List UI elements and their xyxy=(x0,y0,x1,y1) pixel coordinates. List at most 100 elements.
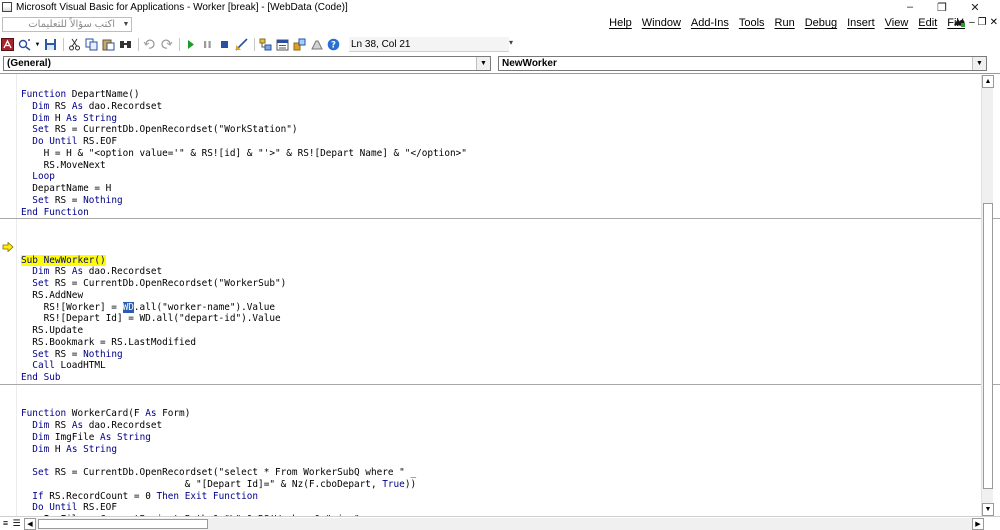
code-line[interactable]: Dim ImgFile As String xyxy=(21,432,979,444)
code-line[interactable]: Dim H As String xyxy=(21,444,979,456)
margin-indicator-bar[interactable] xyxy=(0,74,17,516)
menu-add-ins[interactable]: Add-Ins xyxy=(686,17,734,29)
save-icon[interactable] xyxy=(43,37,58,52)
restore-button[interactable]: ❐ xyxy=(927,0,957,14)
access-view-icon[interactable] xyxy=(0,37,15,52)
toolbox-icon[interactable] xyxy=(309,37,324,52)
menu-window[interactable]: Window xyxy=(637,17,686,29)
code-line[interactable]: Do Until RS.EOF xyxy=(21,136,979,148)
help-question-box[interactable]: اكتب سؤالاً للتعليمات ▼ xyxy=(2,17,132,32)
code-line[interactable]: Set RS = Nothing xyxy=(21,349,979,361)
code-line[interactable]: H = H & "<option value='" & RS![id] & "'… xyxy=(21,148,979,160)
code-line[interactable]: Dim H As String xyxy=(21,113,979,125)
code-line[interactable] xyxy=(21,455,979,467)
close-button[interactable]: ✕ xyxy=(960,0,990,14)
code-line[interactable]: Set RS = CurrentDb.OpenRecordset("select… xyxy=(21,467,979,479)
paste-icon[interactable] xyxy=(101,37,116,52)
copy-icon[interactable] xyxy=(84,37,99,52)
object-combo-dropdown-icon[interactable]: ▼ xyxy=(476,57,490,70)
keyword-token: Set xyxy=(32,348,50,360)
toolbar-separator xyxy=(63,38,64,51)
minimize-button[interactable]: – xyxy=(895,0,925,14)
code-line[interactable]: RS![Depart Id] = WD.all("depart-id").Val… xyxy=(21,313,979,325)
keyword-token: True xyxy=(382,478,405,490)
horizontal-scrollbar[interactable]: ◀ ▶ xyxy=(24,518,984,530)
code-line[interactable]: RS![Worker] = WD.all("worker-name").Valu… xyxy=(21,301,979,314)
scroll-up-icon[interactable]: ▲ xyxy=(982,75,994,88)
code-line[interactable]: Set RS = Nothing xyxy=(21,195,979,207)
design-mode-icon[interactable] xyxy=(234,37,249,52)
code-line[interactable]: Dim RS As dao.Recordset xyxy=(21,266,979,278)
undo-icon[interactable] xyxy=(142,37,157,52)
reset-icon[interactable] xyxy=(217,37,232,52)
code-line[interactable]: If RS.RecordCount = 0 Then Exit Function xyxy=(21,491,979,503)
vba-child-window-icon[interactable] xyxy=(952,16,966,28)
code-token: RS = CurrentDb.OpenRecordset("WorkerSub"… xyxy=(49,278,287,289)
redo-icon[interactable] xyxy=(159,37,174,52)
code-line[interactable]: & "[Depart Id]=" & Nz(F.cboDepart, True)… xyxy=(21,479,979,491)
code-line[interactable]: End Sub xyxy=(21,372,979,384)
code-line[interactable]: Function DepartName() xyxy=(21,89,979,101)
scroll-down-icon[interactable]: ▼ xyxy=(982,503,994,516)
code-line[interactable]: DepartName = H xyxy=(21,183,979,195)
procedure-combo[interactable]: NewWorker ▼ xyxy=(498,56,987,71)
menu-help[interactable]: Help xyxy=(604,17,637,29)
code-line[interactable]: Do Until RS.EOF xyxy=(21,502,979,514)
scroll-right-icon[interactable]: ▶ xyxy=(972,518,984,530)
code-line[interactable]: End Function xyxy=(21,207,979,219)
blank-line[interactable] xyxy=(21,385,979,397)
object-combo[interactable]: (General) ▼ xyxy=(3,56,491,71)
code-line[interactable]: RS.MoveNext xyxy=(21,160,979,172)
menu-run[interactable]: Run xyxy=(770,17,800,29)
break-icon[interactable] xyxy=(200,37,215,52)
code-editor[interactable]: Function DepartName() Dim RS As dao.Reco… xyxy=(0,89,1000,516)
menu-tools[interactable]: Tools xyxy=(734,17,770,29)
run-icon[interactable] xyxy=(183,37,198,52)
object-browser-icon[interactable] xyxy=(292,37,307,52)
horizontal-scroll-thumb[interactable] xyxy=(38,519,208,529)
code-line[interactable]: RS.AddNew xyxy=(21,290,979,302)
code-line[interactable]: Dim RS As dao.Recordset xyxy=(21,101,979,113)
scroll-left-icon[interactable]: ◀ xyxy=(24,518,36,530)
procedure-view-icon[interactable]: ≡ xyxy=(0,518,11,529)
properties-icon[interactable] xyxy=(275,37,290,52)
svg-text:?: ? xyxy=(331,41,336,51)
menu-edit[interactable]: Edit xyxy=(913,17,942,29)
blank-line[interactable] xyxy=(21,219,979,231)
menu-view[interactable]: View xyxy=(880,17,914,29)
find-icon[interactable] xyxy=(118,37,133,52)
code-line[interactable]: RS.Bookmark = RS.LastModified xyxy=(21,337,979,349)
keyword-token: End Function xyxy=(21,206,89,218)
help-box-dropdown-icon[interactable]: ▼ xyxy=(121,21,131,28)
insert-module-icon[interactable] xyxy=(17,37,32,52)
blank-line[interactable] xyxy=(21,243,979,255)
code-line[interactable]: Dim RS As dao.Recordset xyxy=(21,420,979,432)
mdi-restore-button[interactable]: ❐ xyxy=(978,17,987,28)
code-line[interactable]: Set RS = CurrentDb.OpenRecordset("WorkSt… xyxy=(21,124,979,136)
mdi-minimize-button[interactable]: – xyxy=(969,17,975,28)
code-line[interactable]: Set RS = CurrentDb.OpenRecordset("Worker… xyxy=(21,278,979,290)
blank-line[interactable] xyxy=(21,231,979,243)
menu-insert[interactable]: Insert xyxy=(842,17,880,29)
procedure-combo-dropdown-icon[interactable]: ▼ xyxy=(972,57,986,70)
full-module-view-icon[interactable]: ☰ xyxy=(11,518,22,529)
blank-line[interactable] xyxy=(21,397,979,409)
code-line[interactable]: RS.Update xyxy=(21,325,979,337)
code-line[interactable]: Function WorkerCard(F As Form) xyxy=(21,408,979,420)
help-icon[interactable]: ? xyxy=(326,37,341,52)
vertical-scrollbar[interactable]: ▲ ▼ xyxy=(981,75,994,516)
code-line[interactable]: Call LoadHTML xyxy=(21,360,979,372)
insert-dropdown-icon[interactable]: ▼ xyxy=(34,37,41,52)
cut-icon[interactable] xyxy=(67,37,82,52)
toolbar-options-icon[interactable]: ▾ xyxy=(509,38,515,52)
vertical-scroll-thumb[interactable] xyxy=(983,203,993,489)
code-line[interactable]: Loop xyxy=(21,171,979,183)
vba-app-icon[interactable] xyxy=(2,2,12,12)
mdi-close-button[interactable]: ✕ xyxy=(990,17,998,28)
project-explorer-icon[interactable] xyxy=(258,37,273,52)
toolbar-separator xyxy=(254,38,255,51)
menu-debug[interactable]: Debug xyxy=(800,17,842,29)
code-pane[interactable]: Function DepartName() Dim RS As dao.Reco… xyxy=(0,73,1000,516)
code-line[interactable]: Sub NewWorker() xyxy=(21,254,979,267)
